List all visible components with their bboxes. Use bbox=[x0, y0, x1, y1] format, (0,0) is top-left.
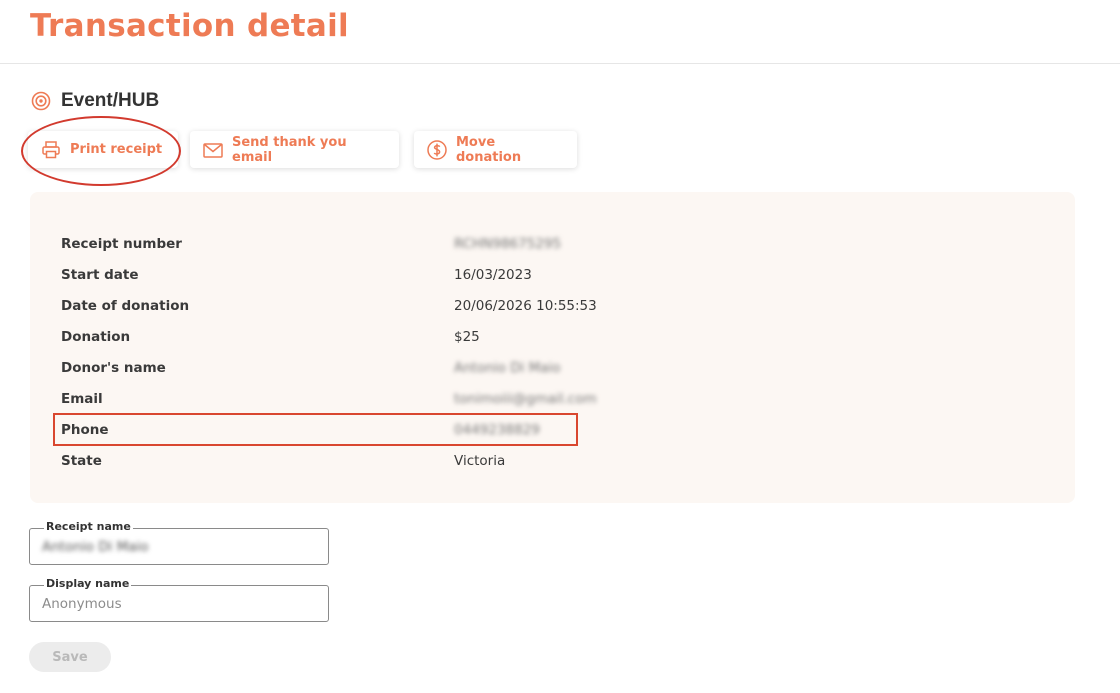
detail-value: 20/06/2026 10:55:53 bbox=[454, 298, 597, 314]
receipt-name-label: Receipt name bbox=[44, 520, 133, 533]
detail-label: State bbox=[61, 453, 102, 469]
detail-value: Victoria bbox=[454, 453, 506, 469]
detail-value: $25 bbox=[454, 329, 480, 345]
page-title: Transaction detail bbox=[30, 8, 349, 44]
transaction-details-card: Receipt number RCHN98675295 Start date 1… bbox=[30, 192, 1075, 503]
phone-row-highlight bbox=[53, 413, 578, 446]
detail-value: tonimoiii@gmail.com bbox=[454, 391, 597, 407]
header-divider bbox=[0, 63, 1120, 64]
detail-value: 16/03/2023 bbox=[454, 267, 532, 283]
move-donation-label: Move donation bbox=[456, 134, 522, 165]
send-thank-you-email-button[interactable]: Send thank you email bbox=[190, 131, 399, 168]
detail-label: Email bbox=[61, 391, 103, 407]
display-name-label: Display name bbox=[44, 577, 132, 590]
mail-icon bbox=[202, 139, 224, 161]
send-thank-you-email-label: Send thank you email bbox=[232, 134, 347, 165]
save-button[interactable]: Save bbox=[29, 642, 111, 672]
detail-value: RCHN98675295 bbox=[454, 236, 562, 252]
section-title: Event/HUB bbox=[61, 90, 160, 111]
display-name-input[interactable] bbox=[42, 595, 312, 613]
dollar-circle-icon bbox=[426, 139, 448, 161]
detail-label: Receipt number bbox=[61, 236, 182, 252]
section-header: Event/HUB bbox=[31, 90, 159, 112]
receipt-name-field: Receipt name bbox=[29, 520, 329, 565]
detail-label: Donor's name bbox=[61, 360, 166, 376]
print-receipt-highlight bbox=[21, 116, 181, 186]
receipt-name-input[interactable] bbox=[42, 538, 312, 556]
detail-value: Antonio Di Maio bbox=[454, 360, 561, 376]
display-name-field: Display name bbox=[29, 577, 329, 622]
detail-label: Date of donation bbox=[61, 298, 190, 314]
detail-label: Donation bbox=[61, 329, 131, 345]
detail-label: Start date bbox=[61, 267, 139, 283]
move-donation-button[interactable]: Move donation bbox=[414, 131, 577, 168]
target-icon bbox=[31, 91, 51, 111]
